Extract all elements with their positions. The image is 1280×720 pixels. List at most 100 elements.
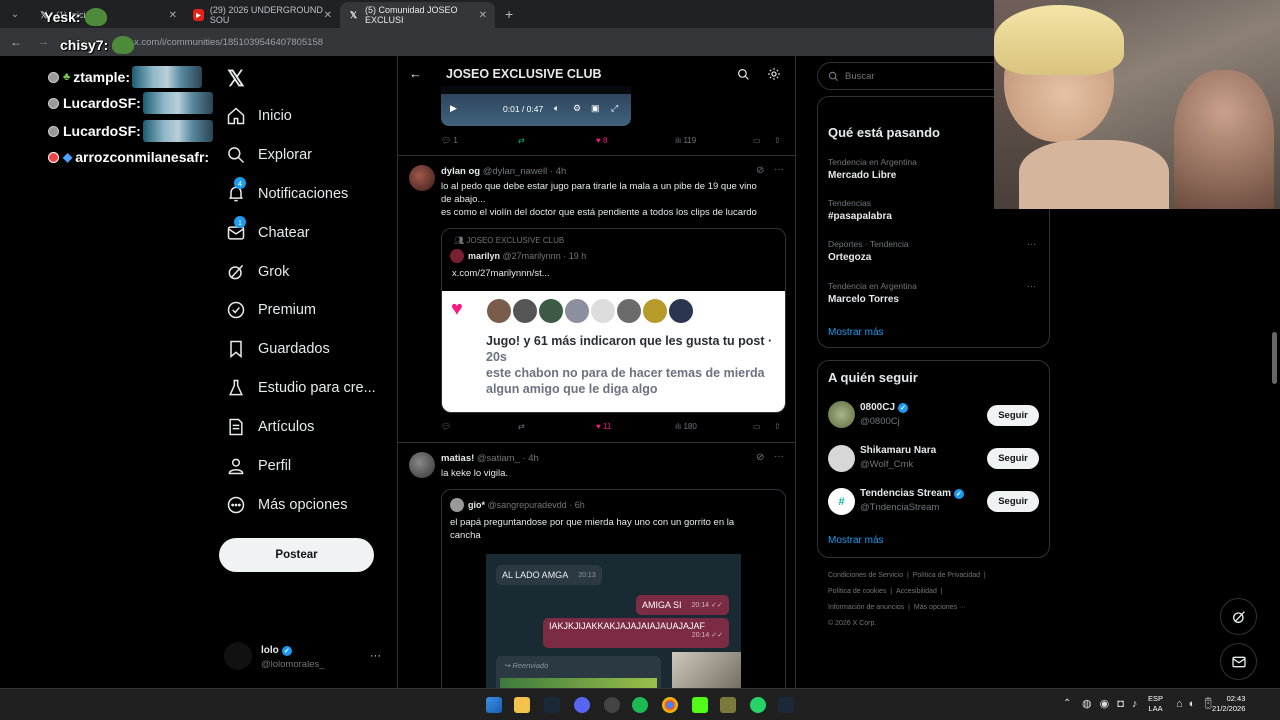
- obs-icon[interactable]: [604, 697, 620, 713]
- footer-link[interactable]: Política de Privacidad: [913, 572, 980, 579]
- spotify-icon[interactable]: [632, 697, 648, 713]
- tab-comunidad[interactable]: 𝕏 (5) Comunidad JOSEO EXCLUSI ✕: [340, 2, 495, 28]
- like-button[interactable]: ♥ 11: [596, 422, 611, 431]
- trend-item[interactable]: Tendencias #pasapalabra: [828, 198, 892, 222]
- quoted-post[interactable]: gio* @sangrepuradevdd · 6h el papá pregu…: [441, 489, 786, 688]
- language-indicator[interactable]: ESP LAA: [1148, 694, 1163, 714]
- more-icon[interactable]: ···: [1027, 239, 1036, 249]
- reply-button[interactable]: 💬︎: [441, 422, 451, 431]
- footer-link[interactable]: Accesibilidad: [896, 588, 937, 595]
- author-name[interactable]: dylan og: [441, 166, 480, 177]
- tray-chevron-icon[interactable]: ⌃: [1063, 698, 1071, 709]
- back-arrow-icon[interactable]: ←: [409, 66, 422, 81]
- like-button[interactable]: ♥ 8: [596, 136, 607, 145]
- bookmark-icon[interactable]: ▭: [753, 422, 761, 431]
- nav-articulos[interactable]: Artículos: [226, 417, 314, 437]
- grok-icon[interactable]: ⊘: [756, 452, 764, 463]
- search-icon[interactable]: [737, 68, 750, 81]
- back-arrow-icon[interactable]: ←: [10, 35, 22, 49]
- chat-screenshot[interactable]: AL LADO AMGA 20:13 AMIGA SI 20:14 ✓✓ IAK…: [486, 554, 741, 688]
- app-icon[interactable]: [720, 697, 736, 713]
- post-button[interactable]: Postear: [219, 538, 374, 572]
- tab-search-button[interactable]: ⌄: [0, 9, 30, 20]
- more-icon[interactable]: ···: [774, 451, 784, 462]
- settings-icon[interactable]: ⚙︎: [573, 103, 581, 114]
- gear-icon[interactable]: [767, 67, 781, 81]
- nav-premium[interactable]: Premium: [226, 300, 316, 320]
- clock[interactable]: 02:43 21/2/2026: [1212, 694, 1245, 714]
- post-time[interactable]: · 4h: [522, 453, 538, 464]
- author-name[interactable]: matias!: [441, 453, 474, 464]
- footer-link[interactable]: Condiciones de Servicio: [828, 572, 903, 579]
- close-icon[interactable]: ✕: [169, 10, 177, 21]
- nav-explorar[interactable]: Explorar: [226, 145, 312, 165]
- grok-icon[interactable]: ⊘: [756, 165, 764, 176]
- scrollbar-thumb[interactable]: [1272, 332, 1277, 384]
- nav-chatear[interactable]: Chatear 1: [226, 216, 310, 243]
- fullscreen-icon[interactable]: ⤢: [611, 103, 618, 114]
- discord-icon[interactable]: [574, 697, 590, 713]
- chrome-icon[interactable]: [662, 697, 678, 713]
- tab-youtube[interactable]: ▶ (29) 2026 UNDERGROUND SOU ✕: [185, 2, 340, 28]
- tray-icons[interactable]: ◍◉◘♪: [1082, 697, 1145, 710]
- volume-icon[interactable]: 🔈︎: [554, 103, 559, 114]
- forward-arrow-icon[interactable]: →: [38, 36, 49, 48]
- nav-notificaciones[interactable]: Notificaciones 4: [226, 177, 348, 204]
- trend-item[interactable]: Deportes · Tendencia Ortegoza: [828, 239, 909, 263]
- grok-float-button[interactable]: [1220, 598, 1257, 635]
- follow-button[interactable]: Seguir: [987, 491, 1039, 512]
- follow-name[interactable]: 0800CJ ✓: [860, 402, 909, 413]
- show-more-follow-link[interactable]: Mostrar más: [828, 535, 884, 546]
- avatar[interactable]: [828, 445, 855, 472]
- folder-icon[interactable]: [514, 697, 530, 713]
- post-time[interactable]: · 4h: [550, 166, 566, 177]
- nav-perfil[interactable]: Perfil: [226, 456, 291, 476]
- nav-mas-opciones[interactable]: Más opciones: [226, 495, 347, 515]
- author-handle[interactable]: @satiam_: [477, 453, 520, 464]
- close-icon[interactable]: ✕: [479, 10, 487, 21]
- new-tab-button[interactable]: +: [505, 6, 513, 22]
- follow-name[interactable]: Tendencias Stream ✓: [860, 488, 964, 499]
- avatar[interactable]: [409, 165, 435, 191]
- quoted-post[interactable]: 👥︎ JOSEO EXCLUSIVE CLUB marilyn @27maril…: [441, 228, 786, 413]
- follow-button[interactable]: Seguir: [987, 405, 1039, 426]
- messages-float-button[interactable]: [1220, 643, 1257, 680]
- bookmark-icon[interactable]: ▭: [753, 136, 761, 145]
- repost-button[interactable]: ⇄: [518, 422, 525, 431]
- close-icon[interactable]: ✕: [324, 10, 332, 21]
- windows-start-icon[interactable]: [486, 697, 502, 713]
- quote-image[interactable]: ♥ Jugo! y 61 más indicaron que les gusta…: [442, 291, 785, 412]
- repost-button[interactable]: ⇄: [518, 136, 525, 145]
- whatsapp-icon[interactable]: [750, 697, 766, 713]
- author-handle[interactable]: @dylan_nawell: [483, 166, 548, 177]
- x-logo-icon[interactable]: 𝕏: [227, 66, 245, 92]
- nav-guardados[interactable]: Guardados: [226, 339, 330, 359]
- avatar[interactable]: #: [828, 488, 855, 515]
- pip-icon[interactable]: ▣: [591, 103, 600, 114]
- url-field[interactable]: x.com/i/communities/1851039546407805158: [134, 37, 323, 48]
- more-icon[interactable]: ···: [774, 164, 784, 175]
- follow-button[interactable]: Seguir: [987, 448, 1039, 469]
- show-more-trends-link[interactable]: Mostrar más: [828, 327, 884, 338]
- follow-name[interactable]: Shikamaru Nara: [860, 445, 936, 456]
- footer-link[interactable]: Más opciones ···: [914, 604, 966, 611]
- avatar[interactable]: [828, 401, 855, 428]
- footer-link[interactable]: Política de cookies: [828, 588, 886, 595]
- footer-link[interactable]: Información de anuncios: [828, 604, 904, 611]
- nav-estudio[interactable]: Estudio para cre...: [226, 378, 376, 398]
- reply-button[interactable]: 💬︎ 1: [441, 136, 458, 145]
- trend-item[interactable]: Tendencia en Argentina Marcelo Torres: [828, 281, 917, 305]
- steam-icon[interactable]: [778, 697, 794, 713]
- account-more-icon[interactable]: ···: [370, 650, 381, 662]
- share-icon[interactable]: ⇧: [774, 136, 781, 145]
- trend-item[interactable]: Tendencia en Argentina Mercado Libre: [828, 157, 917, 181]
- nav-grok[interactable]: Grok: [226, 262, 289, 282]
- avatar[interactable]: [224, 642, 252, 670]
- more-icon[interactable]: ···: [1027, 281, 1036, 291]
- kick-icon[interactable]: [692, 697, 708, 713]
- steam-icon[interactable]: [544, 697, 560, 713]
- views-button[interactable]: ılı 180: [675, 422, 697, 431]
- quote-link[interactable]: x.com/27marilynnn/st...: [452, 268, 550, 279]
- views-button[interactable]: ılı 119: [675, 136, 696, 145]
- nav-inicio[interactable]: Inicio: [226, 106, 292, 126]
